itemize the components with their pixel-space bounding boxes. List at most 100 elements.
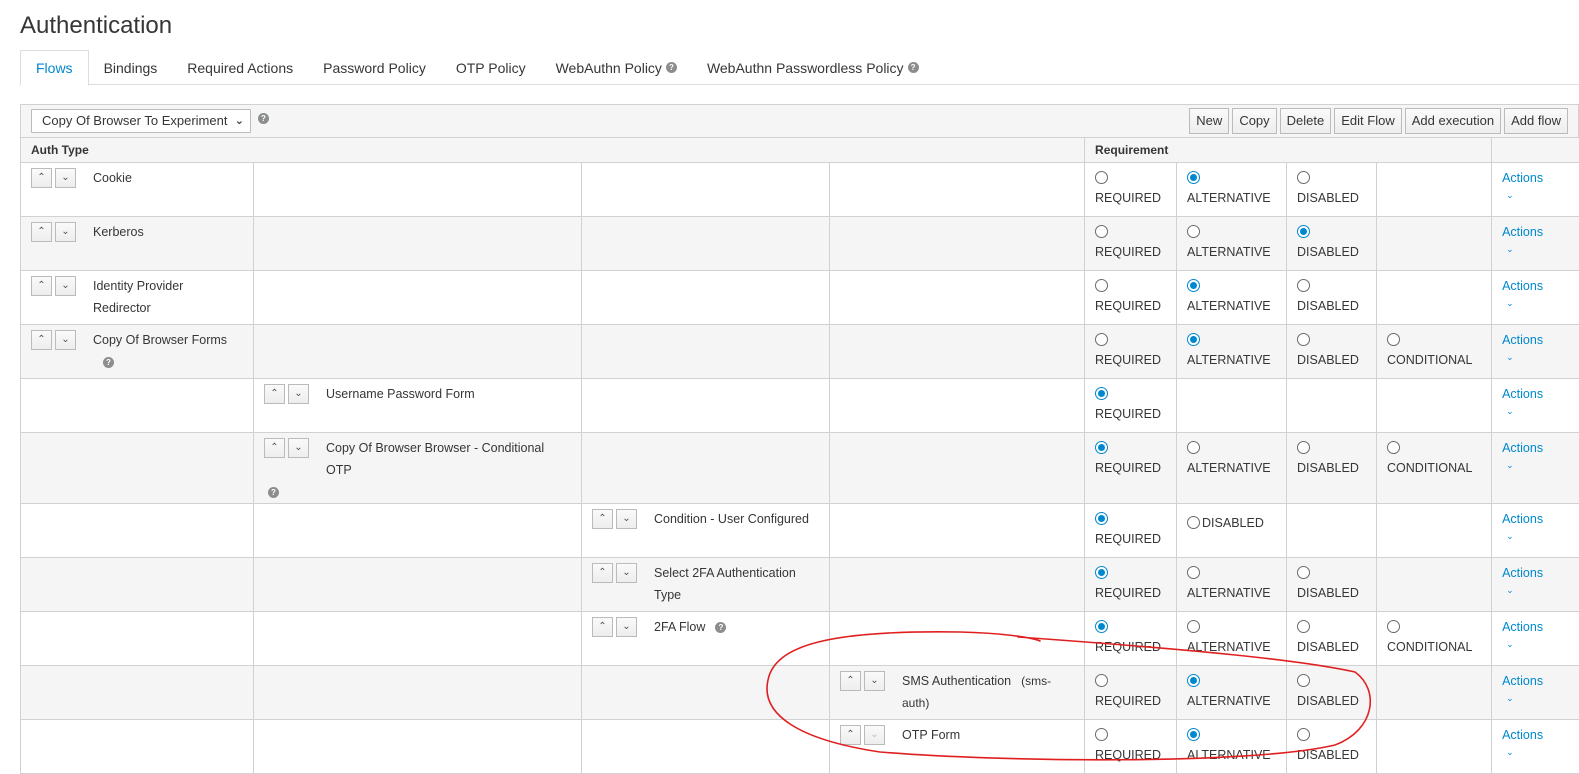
requirement-radio-alternative[interactable] bbox=[1187, 171, 1200, 184]
actions-dropdown[interactable]: Actions bbox=[1502, 670, 1569, 692]
chevron-up-icon[interactable]: ⌃ bbox=[31, 222, 52, 242]
chevron-down-icon[interactable]: ⌄ bbox=[616, 563, 637, 583]
actions-dropdown[interactable]: Actions bbox=[1502, 616, 1569, 638]
tab-bindings[interactable]: Bindings bbox=[89, 50, 173, 85]
actions-dropdown[interactable]: Actions bbox=[1502, 383, 1569, 405]
chevron-down-icon[interactable]: ⌄ bbox=[288, 438, 309, 458]
tab-required-actions[interactable]: Required Actions bbox=[172, 50, 308, 85]
tab-flows[interactable]: Flows bbox=[20, 50, 89, 86]
chevron-down-icon[interactable]: ⌄ bbox=[55, 168, 76, 188]
question-circle-icon[interactable]: ? bbox=[258, 113, 269, 124]
requirement-radio-conditional[interactable] bbox=[1387, 620, 1400, 633]
requirement-radio-disabled[interactable] bbox=[1297, 225, 1310, 238]
requirement-radio-disabled[interactable] bbox=[1297, 171, 1310, 184]
new-button[interactable]: New bbox=[1189, 108, 1229, 134]
requirement-radio-alternative[interactable] bbox=[1187, 279, 1200, 292]
actions-dropdown[interactable]: Actions bbox=[1502, 437, 1569, 459]
requirement-radio-required[interactable] bbox=[1095, 441, 1108, 454]
requirement-radio-alternative[interactable] bbox=[1187, 225, 1200, 238]
flow-select[interactable]: Copy Of Browser To Experiment ⌄ bbox=[31, 109, 251, 133]
actions-dropdown[interactable]: Actions bbox=[1502, 508, 1569, 530]
requirement-radio-required[interactable] bbox=[1095, 333, 1108, 346]
add-flow-button[interactable]: Add flow bbox=[1504, 108, 1568, 134]
add-execution-button[interactable]: Add execution bbox=[1405, 108, 1501, 134]
chevron-down-icon[interactable]: ⌄ bbox=[55, 222, 76, 242]
requirement-radio-disabled[interactable] bbox=[1297, 279, 1310, 292]
question-circle-icon[interactable]: ? bbox=[908, 62, 919, 73]
table-row: ⌃⌄Username Password FormREQUIREDActions⌄ bbox=[21, 379, 1579, 433]
chevron-down-icon[interactable]: ⌄ bbox=[1506, 297, 1569, 309]
chevron-down-icon[interactable]: ⌄ bbox=[1506, 692, 1569, 704]
question-circle-icon[interactable]: ? bbox=[103, 357, 114, 368]
auth-type-cell: ⌃⌄Kerberos bbox=[21, 217, 254, 271]
chevron-down-icon[interactable]: ⌄ bbox=[1506, 189, 1569, 201]
requirement-radio-alternative[interactable] bbox=[1187, 566, 1200, 579]
tab-password-policy[interactable]: Password Policy bbox=[308, 50, 441, 85]
chevron-down-icon[interactable]: ⌄ bbox=[1506, 530, 1569, 542]
requirement-radio-alternative[interactable] bbox=[1187, 333, 1200, 346]
chevron-up-icon[interactable]: ⌃ bbox=[31, 276, 52, 296]
chevron-up-icon[interactable]: ⌃ bbox=[31, 168, 52, 188]
requirement-radio-required[interactable] bbox=[1095, 225, 1108, 238]
actions-dropdown[interactable]: Actions bbox=[1502, 167, 1569, 189]
requirement-radio-alternative[interactable] bbox=[1187, 441, 1200, 454]
chevron-down-icon[interactable]: ⌄ bbox=[864, 671, 885, 691]
requirement-radio-required[interactable] bbox=[1095, 387, 1108, 400]
question-circle-icon[interactable]: ? bbox=[666, 62, 677, 73]
chevron-down-icon[interactable]: ⌄ bbox=[288, 384, 309, 404]
chevron-up-icon[interactable]: ⌃ bbox=[264, 384, 285, 404]
requirement-radio-required[interactable] bbox=[1095, 674, 1108, 687]
actions-dropdown[interactable]: Actions bbox=[1502, 329, 1569, 351]
actions-dropdown[interactable]: Actions bbox=[1502, 562, 1569, 584]
chevron-down-icon[interactable]: ⌄ bbox=[55, 276, 76, 296]
requirement-radio-required[interactable] bbox=[1095, 566, 1108, 579]
chevron-down-icon[interactable]: ⌄ bbox=[1506, 243, 1569, 255]
chevron-down-icon[interactable]: ⌄ bbox=[1506, 584, 1569, 596]
chevron-up-icon[interactable]: ⌃ bbox=[592, 563, 613, 583]
actions-dropdown[interactable]: Actions bbox=[1502, 724, 1569, 746]
requirement-radio-alternative[interactable] bbox=[1187, 728, 1200, 741]
requirement-radio-disabled[interactable] bbox=[1297, 620, 1310, 633]
flow-toolbar: Copy Of Browser To Experiment ⌄ ? NewCop… bbox=[20, 104, 1579, 137]
tab-webauthn-passwordless-policy[interactable]: WebAuthn Passwordless Policy? bbox=[692, 50, 934, 85]
requirement-radio-disabled[interactable] bbox=[1187, 516, 1200, 529]
requirement-radio-required[interactable] bbox=[1095, 171, 1108, 184]
chevron-down-icon[interactable]: ⌄ bbox=[864, 725, 885, 745]
chevron-down-icon[interactable]: ⌄ bbox=[55, 330, 76, 350]
chevron-up-icon[interactable]: ⌃ bbox=[31, 330, 52, 350]
requirement-radio-disabled[interactable] bbox=[1297, 674, 1310, 687]
question-circle-icon[interactable]: ? bbox=[268, 487, 279, 498]
requirement-radio-conditional[interactable] bbox=[1387, 333, 1400, 346]
question-circle-icon[interactable]: ? bbox=[715, 622, 726, 633]
tab-otp-policy[interactable]: OTP Policy bbox=[441, 50, 541, 85]
requirement-radio-disabled[interactable] bbox=[1297, 566, 1310, 579]
requirement-radio-disabled[interactable] bbox=[1297, 441, 1310, 454]
chevron-down-icon[interactable]: ⌄ bbox=[1506, 351, 1569, 363]
requirement-radio-required[interactable] bbox=[1095, 512, 1108, 525]
chevron-up-icon[interactable]: ⌃ bbox=[840, 671, 861, 691]
chevron-down-icon[interactable]: ⌄ bbox=[1506, 459, 1569, 471]
requirement-radio-alternative[interactable] bbox=[1187, 620, 1200, 633]
requirement-radio-alternative[interactable] bbox=[1187, 674, 1200, 687]
actions-dropdown[interactable]: Actions bbox=[1502, 275, 1569, 297]
tab-webauthn-policy[interactable]: WebAuthn Policy? bbox=[541, 50, 692, 85]
chevron-down-icon[interactable]: ⌄ bbox=[1506, 638, 1569, 650]
edit-flow-button[interactable]: Edit Flow bbox=[1334, 108, 1401, 134]
requirement-radio-disabled[interactable] bbox=[1297, 728, 1310, 741]
chevron-down-icon[interactable]: ⌄ bbox=[1506, 746, 1569, 758]
chevron-up-icon[interactable]: ⌃ bbox=[592, 617, 613, 637]
chevron-up-icon[interactable]: ⌃ bbox=[592, 509, 613, 529]
copy-button[interactable]: Copy bbox=[1232, 108, 1276, 134]
delete-button[interactable]: Delete bbox=[1280, 108, 1332, 134]
chevron-down-icon[interactable]: ⌄ bbox=[616, 617, 637, 637]
requirement-radio-required[interactable] bbox=[1095, 620, 1108, 633]
actions-dropdown[interactable]: Actions bbox=[1502, 221, 1569, 243]
requirement-radio-required[interactable] bbox=[1095, 728, 1108, 741]
chevron-down-icon[interactable]: ⌄ bbox=[1506, 405, 1569, 417]
requirement-radio-disabled[interactable] bbox=[1297, 333, 1310, 346]
chevron-down-icon[interactable]: ⌄ bbox=[616, 509, 637, 529]
requirement-radio-conditional[interactable] bbox=[1387, 441, 1400, 454]
chevron-up-icon[interactable]: ⌃ bbox=[264, 438, 285, 458]
requirement-radio-required[interactable] bbox=[1095, 279, 1108, 292]
chevron-up-icon[interactable]: ⌃ bbox=[840, 725, 861, 745]
